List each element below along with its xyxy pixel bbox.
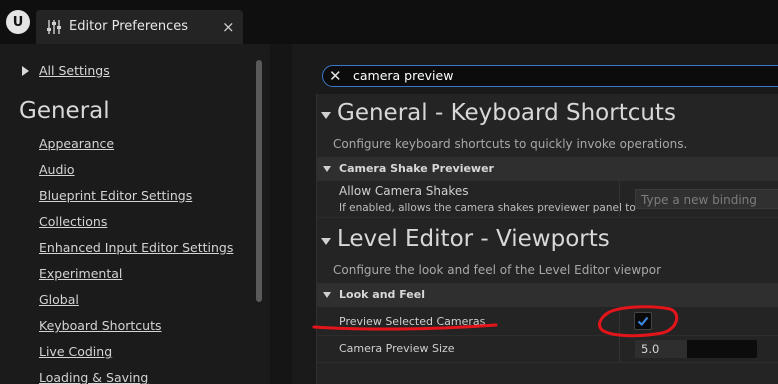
sidebar-scrollbar[interactable]: [256, 60, 262, 302]
category-look-and-feel[interactable]: Look and Feel: [317, 283, 778, 307]
section-header-keyboard-shortcuts[interactable]: General - Keyboard Shortcuts: [317, 100, 778, 132]
sidebar-item-appearance[interactable]: Appearance: [39, 134, 233, 160]
section-header-level-editor-viewports[interactable]: Level Editor - Viewports: [317, 226, 778, 258]
sidebar-item-audio[interactable]: Audio: [39, 160, 233, 186]
sidebar-section-title: General: [19, 98, 110, 124]
category-label: Camera Shake Previewer: [339, 162, 494, 175]
all-settings-label: All Settings: [39, 63, 110, 78]
section-description: Configure the look and feel of the Level…: [333, 263, 662, 277]
sidebar-item-enhanced-input-editor-settings[interactable]: Enhanced Input Editor Settings: [39, 238, 233, 264]
collapse-arrow-icon: [321, 238, 331, 245]
category-label: Look and Feel: [339, 288, 425, 301]
sidebar-item-loading-saving[interactable]: Loading & Saving: [39, 368, 233, 384]
property-label: Allow Camera Shakes: [339, 184, 469, 198]
settings-sidebar: All Settings General Appearance Audio Bl…: [0, 44, 270, 384]
keybinding-input[interactable]: Type a new binding: [635, 189, 778, 209]
column-divider[interactable]: [619, 307, 620, 335]
sidebar-list: Appearance Audio Blueprint Editor Settin…: [39, 134, 233, 384]
camera-preview-size-spinbox[interactable]: 5.0: [635, 340, 757, 358]
all-settings-link[interactable]: All Settings: [22, 63, 110, 78]
close-tab-icon[interactable]: ×: [222, 18, 235, 36]
property-description: If enabled, allows the camera shakes pre…: [339, 202, 636, 214]
settings-results: General - Keyboard Shortcuts Configure k…: [316, 94, 778, 384]
tab-title: Editor Preferences: [69, 19, 189, 34]
title-bar: U Editor Preferences ×: [0, 0, 778, 44]
clear-search-icon[interactable]: ✕: [329, 66, 342, 86]
sidebar-item-blueprint-editor-settings[interactable]: Blueprint Editor Settings: [39, 186, 233, 212]
section-title: General - Keyboard Shortcuts: [337, 100, 676, 126]
checkmark-icon: [637, 316, 649, 326]
tab-editor-preferences[interactable]: Editor Preferences ×: [36, 10, 243, 44]
column-divider[interactable]: [619, 336, 620, 362]
property-label: Preview Selected Cameras: [339, 315, 486, 328]
expand-arrow-icon: [22, 65, 29, 76]
sidebar-item-live-coding[interactable]: Live Coding: [39, 342, 233, 368]
collapse-arrow-icon: [323, 292, 331, 298]
search-box: ✕: [322, 65, 778, 87]
sidebar-item-keyboard-shortcuts[interactable]: Keyboard Shortcuts: [39, 316, 233, 342]
column-divider[interactable]: [619, 181, 620, 217]
property-label: Camera Preview Size: [339, 342, 455, 355]
collapse-arrow-icon: [323, 166, 331, 172]
property-row-allow-camera-shakes: Allow Camera Shakes If enabled, allows t…: [317, 181, 778, 218]
sidebar-item-global[interactable]: Global: [39, 290, 233, 316]
search-input[interactable]: [353, 67, 753, 84]
preferences-sliders-icon: [47, 20, 61, 34]
section-description: Configure keyboard shortcuts to quickly …: [333, 137, 688, 151]
details-panel: ✕ General - Keyboard Shortcuts Configure…: [292, 44, 778, 384]
spinbox-value: 5.0: [641, 342, 660, 356]
sidebar-item-experimental[interactable]: Experimental: [39, 264, 233, 290]
unreal-logo-icon: U: [6, 10, 30, 34]
preview-selected-cameras-checkbox[interactable]: [634, 312, 652, 330]
sidebar-item-collections[interactable]: Collections: [39, 212, 233, 238]
property-row-preview-selected-cameras: Preview Selected Cameras: [317, 307, 778, 336]
section-title: Level Editor - Viewports: [337, 226, 610, 252]
collapse-arrow-icon: [321, 112, 331, 119]
property-row-camera-preview-size: Camera Preview Size 5.0: [317, 336, 778, 363]
category-camera-shake-previewer[interactable]: Camera Shake Previewer: [317, 157, 778, 181]
